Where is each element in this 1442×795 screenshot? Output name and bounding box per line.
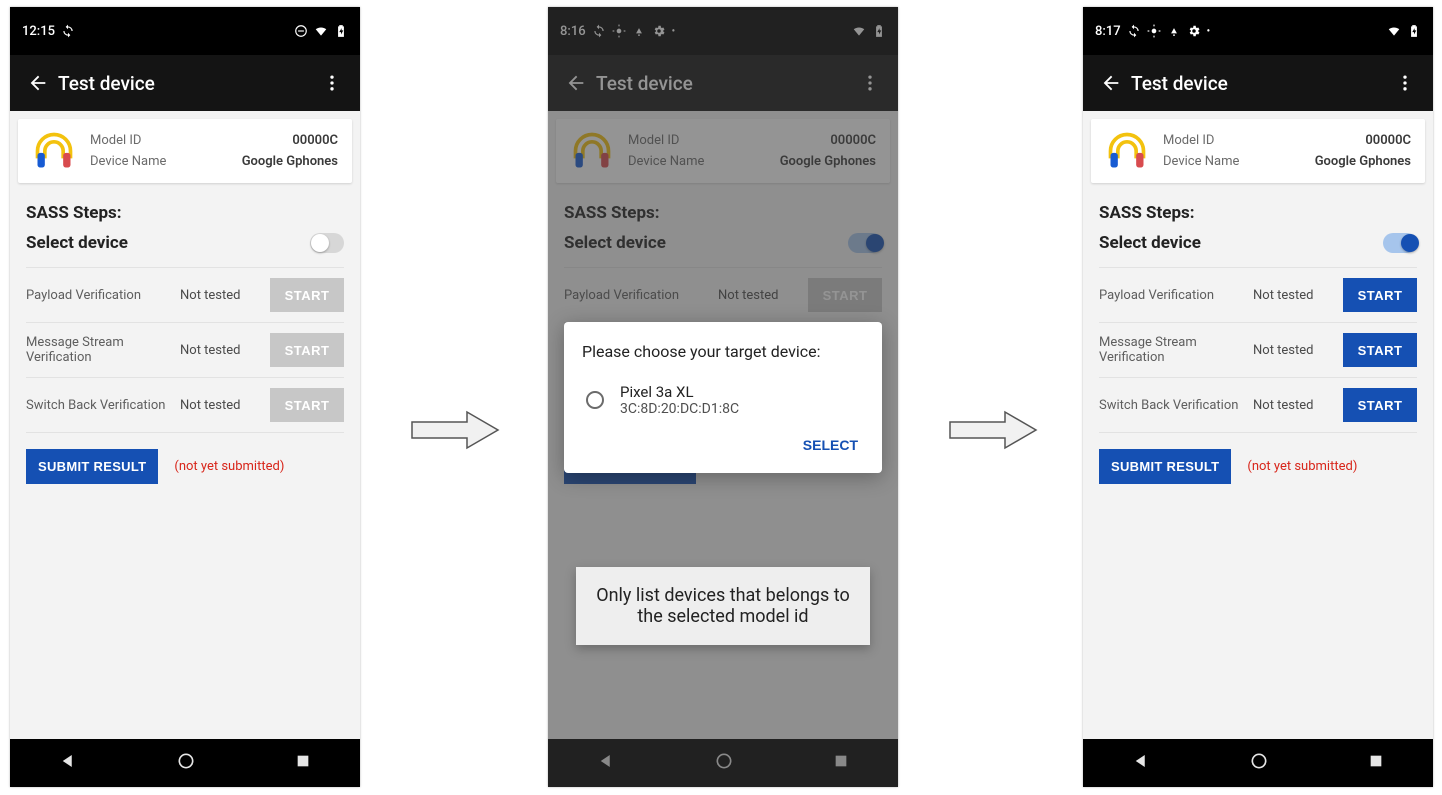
model-id-label: Model ID [90,133,141,148]
sync-icon [1127,24,1141,38]
nav-recents-icon[interactable] [1368,753,1384,773]
step-name: Payload Verification [26,288,180,303]
not-submitted-label: (not yet submitted) [174,459,284,474]
device-option-mac: 3C:8D:20:DC:D1:8C [620,401,739,417]
model-id-value: 00000C [292,133,338,148]
device-name-label: Device Name [90,154,166,169]
select-device-toggle[interactable] [1383,233,1417,253]
flow-arrow-icon [410,410,500,450]
nav-home-icon[interactable] [1249,751,1269,775]
select-device-toggle[interactable] [310,233,344,253]
device-option-name: Pixel 3a XL [620,383,739,401]
dot-icon: • [1207,26,1211,37]
headphones-icon [32,129,76,173]
hotspot-icon [1167,24,1181,38]
annotation-callout: Only list devices that belongs to the se… [576,567,870,645]
nav-back-icon[interactable] [59,752,77,774]
choose-device-dialog: Please choose your target device: Pixel … [564,322,882,473]
nav-back-icon[interactable] [1132,752,1150,774]
start-button: START [270,333,344,367]
overflow-menu-button[interactable] [312,63,352,103]
device-name-value: Google Gphones [1315,154,1411,169]
dialog-title: Please choose your target device: [582,342,864,361]
app-bar: Test device [10,55,360,111]
step-status: Not tested [180,398,270,413]
step-row: Message Stream Verification Not tested S… [26,323,344,378]
overflow-menu-button[interactable] [1385,63,1425,103]
step-name: Message Stream Verification [26,335,180,365]
nav-bar [1083,739,1433,787]
back-button[interactable] [1091,63,1131,103]
start-button[interactable]: START [1343,278,1417,312]
start-button: START [270,278,344,312]
wifi-icon [314,24,328,38]
step-status: Not tested [1253,398,1343,413]
start-button: START [270,388,344,422]
phone-screen-dialog: 8:16 • Test device Model ID00000C Device… [548,7,898,787]
device-option[interactable]: Pixel 3a XL 3C:8D:20:DC:D1:8C [582,377,864,429]
page-title: Test device [1131,72,1385,95]
device-name-label: Device Name [1163,154,1239,169]
status-bar: 12:15 [10,7,360,55]
step-row: Payload Verification Not tested START [26,268,344,323]
device-card: Model ID 00000C Device Name Google Gphon… [18,119,352,183]
brightness-icon [1147,24,1161,38]
step-name: Payload Verification [1099,288,1253,303]
sass-steps-header: SASS Steps: [1099,203,1417,223]
model-id-value: 00000C [1365,133,1411,148]
clock: 8:17 [1095,24,1121,39]
nav-bar [10,739,360,787]
start-button[interactable]: START [1343,388,1417,422]
sync-icon [61,24,75,38]
device-card: Model ID 00000C Device Name Google Gphones [1091,119,1425,183]
wifi-icon [1387,24,1401,38]
arrow-back-icon [27,72,49,94]
step-status: Not tested [1253,288,1343,303]
select-device-label: Select device [26,233,128,253]
step-status: Not tested [180,288,270,303]
step-name: Switch Back Verification [1099,398,1253,413]
page-title: Test device [58,72,312,95]
clock: 12:15 [22,24,55,39]
model-id-label: Model ID [1163,133,1214,148]
flow-arrow-icon [948,410,1038,450]
arrow-back-icon [1100,72,1122,94]
submit-result-button[interactable]: SUBMIT RESULT [26,449,158,484]
status-bar: 8:17 • [1083,7,1433,55]
step-status: Not tested [1253,343,1343,358]
back-button[interactable] [18,63,58,103]
sass-steps-header: SASS Steps: [26,203,344,223]
device-name-value: Google Gphones [242,154,338,169]
more-vert-icon [1395,73,1415,93]
battery-icon [1407,24,1421,38]
nav-home-icon[interactable] [176,751,196,775]
step-status: Not tested [180,343,270,358]
dialog-select-button[interactable]: SELECT [797,429,864,461]
nav-recents-icon[interactable] [295,753,311,773]
not-submitted-label: (not yet submitted) [1247,459,1357,474]
battery-icon [334,24,348,38]
step-name: Switch Back Verification [26,398,180,413]
phone-screen-enabled: 8:17 • Test device Model ID 00000C Device… [1083,7,1433,787]
step-row: Switch Back Verification Not tested STAR… [26,378,344,433]
start-button[interactable]: START [1343,333,1417,367]
more-vert-icon [322,73,342,93]
device-name-row: Device Name Google Gphones [90,151,338,172]
dnd-icon [294,24,308,38]
submit-result-button[interactable]: SUBMIT RESULT [1099,449,1231,484]
radio-unselected-icon[interactable] [586,391,604,409]
headphones-icon [1105,129,1149,173]
app-bar: Test device [1083,55,1433,111]
phone-screen-initial: 12:15 Test device Model ID 000 [10,7,360,787]
gear-icon [1187,24,1201,38]
model-id-row: Model ID 00000C [90,130,338,151]
select-device-label: Select device [1099,233,1201,253]
step-name: Message Stream Verification [1099,335,1253,365]
